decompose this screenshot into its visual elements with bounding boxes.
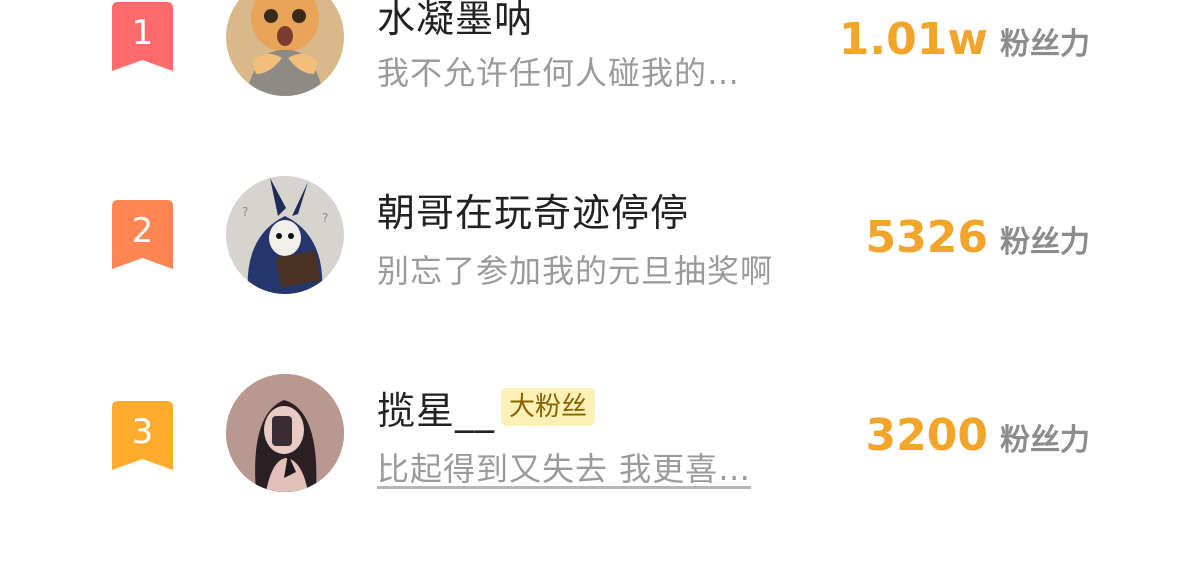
rank-number: 3 xyxy=(131,412,154,452)
user-name[interactable]: 水凝墨呐 xyxy=(377,0,533,43)
svg-text:?: ? xyxy=(322,211,328,225)
avatar[interactable] xyxy=(226,0,344,96)
rank-badge: 3 xyxy=(112,401,173,470)
ranking-row[interactable]: 2 ? ? 朝哥在玩奇迹停停 别忘了参加我的元旦抽奖啊 5326 粉丝力 xyxy=(0,176,1200,306)
score-unit: 粉丝力 xyxy=(1000,225,1090,260)
ranking-row[interactable]: 1 水凝墨呐 我不允许任何人碰我的… 1.01w 粉丝力 xyxy=(0,0,1200,130)
avatar[interactable]: ? ? xyxy=(226,176,344,294)
rank-badge: 1 xyxy=(112,2,173,71)
score-value: 3200 xyxy=(865,410,988,461)
svg-text:?: ? xyxy=(242,205,248,219)
rank-badge: 2 xyxy=(112,200,173,269)
blue-rabbit-avatar-icon: ? ? xyxy=(226,176,344,294)
name-line: 朝哥在玩奇迹停停 xyxy=(377,182,689,237)
name-line: 水凝墨呐 xyxy=(377,0,533,43)
score-unit: 粉丝力 xyxy=(1000,423,1090,458)
fan-power-score: 3200 粉丝力 xyxy=(866,410,1090,461)
avatar[interactable] xyxy=(226,374,344,492)
big-fan-tag: 大粉丝 xyxy=(501,388,596,426)
orange-cat-avatar-icon xyxy=(226,0,344,96)
user-description: 别忘了参加我的元旦抽奖啊 xyxy=(377,252,774,290)
rank-number: 1 xyxy=(131,13,154,53)
fan-power-score: 1.01w 粉丝力 xyxy=(839,14,1090,65)
user-description: 我不允许任何人碰我的… xyxy=(377,54,741,92)
user-name[interactable]: 揽星__ xyxy=(377,380,495,435)
fan-ranking-list: 1 水凝墨呐 我不允许任何人碰我的… 1.01w 粉丝力 2 ? ? 朝哥在玩奇… xyxy=(0,0,1200,577)
ranking-row[interactable]: 3 揽星__ 大粉丝 比起得到又失去 我更喜… 3200 粉丝力 xyxy=(0,374,1200,504)
girl-selfie-avatar-icon xyxy=(226,374,344,492)
user-name[interactable]: 朝哥在玩奇迹停停 xyxy=(377,182,689,237)
rank-number: 2 xyxy=(131,211,154,251)
name-line: 揽星__ 大粉丝 xyxy=(377,380,596,435)
fan-power-score: 5326 粉丝力 xyxy=(866,212,1090,263)
score-unit: 粉丝力 xyxy=(1000,27,1090,62)
user-description: 比起得到又失去 我更喜… xyxy=(377,450,752,488)
score-value: 5326 xyxy=(865,212,988,263)
score-value: 1.01w xyxy=(838,14,988,65)
